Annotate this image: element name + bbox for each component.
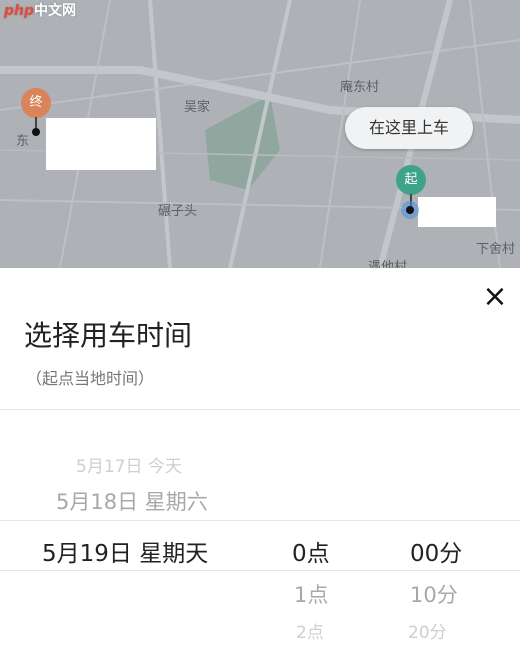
sheet-subtitle: （起点当地时间） [26, 369, 155, 388]
map-view[interactable]: php中文网 庵东村 吴家 东 碾子头 下舍村 遇他村 终 在这里上车 起 [0, 0, 520, 268]
place-label: 吴家 [184, 100, 211, 115]
end-marker[interactable]: 终 [21, 88, 51, 118]
sheet-title: 选择用车时间 [24, 319, 193, 352]
redacted-address-end [46, 118, 156, 170]
watermark-php: php [4, 3, 35, 19]
redacted-address-start [418, 197, 496, 227]
watermark: php中文网 [4, 0, 76, 20]
end-marker-dot [32, 128, 40, 136]
place-label: 东 [16, 134, 30, 149]
hour-option[interactable]: 1点 [294, 579, 328, 609]
minute-option-selected[interactable]: 00分 [410, 534, 462, 568]
minute-option[interactable]: 10分 [410, 579, 458, 609]
hour-option-selected[interactable]: 0点 [292, 534, 330, 568]
close-icon[interactable]: × [480, 282, 510, 312]
place-label: 碾子头 [158, 204, 198, 219]
time-picker-sheet: × 选择用车时间 （起点当地时间） 5月17日 今天 5月18日 星期六 5月1… [0, 268, 520, 655]
start-marker[interactable]: 起 [396, 165, 426, 195]
date-option-selected[interactable]: 5月19日 星期天 [42, 534, 208, 568]
selection-line-top [0, 520, 520, 521]
date-option[interactable]: 5月17日 今天 [76, 452, 182, 477]
place-label: 遇他村 [368, 260, 408, 268]
place-label: 下舍村 [476, 242, 516, 257]
minute-option[interactable]: 20分 [408, 618, 447, 643]
watermark-text: 中文网 [34, 3, 77, 19]
start-marker-dot [406, 206, 414, 214]
divider [0, 409, 520, 410]
place-label: 庵东村 [340, 80, 380, 95]
date-option[interactable]: 5月18日 星期六 [56, 486, 208, 516]
hour-option[interactable]: 2点 [296, 618, 324, 643]
selection-line-bottom [0, 570, 520, 571]
pickup-bubble[interactable]: 在这里上车 [345, 107, 473, 149]
